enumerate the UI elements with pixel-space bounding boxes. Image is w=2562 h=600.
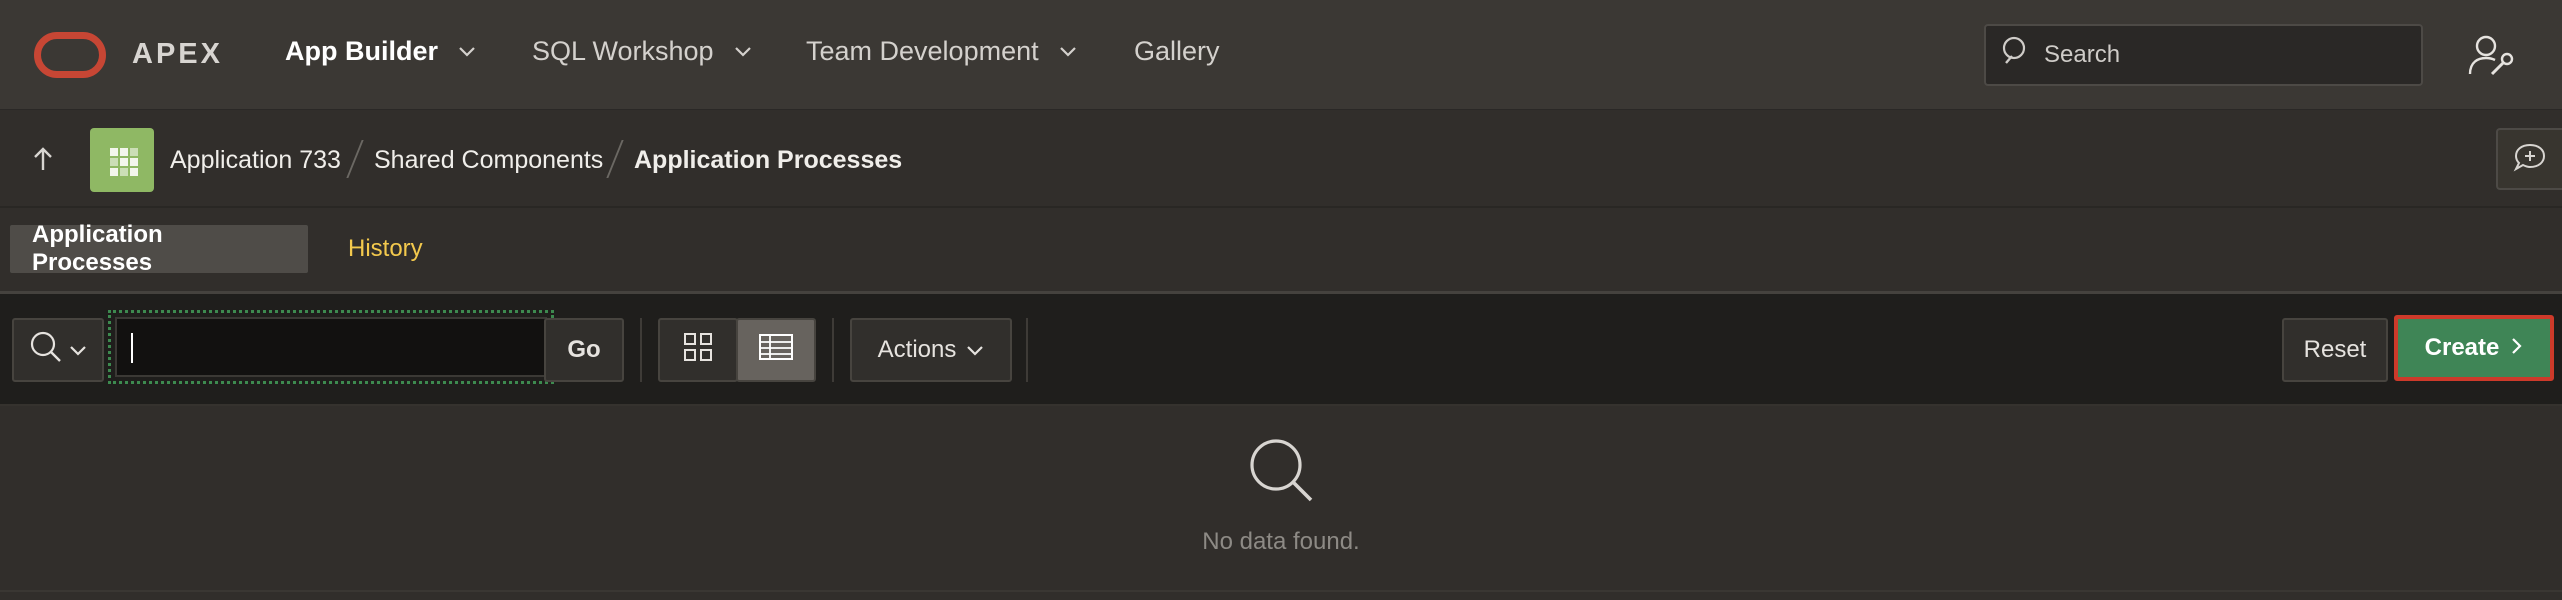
go-button[interactable]: Go <box>544 318 624 382</box>
text-caret <box>131 333 133 363</box>
reset-button[interactable]: Reset <box>2282 318 2388 382</box>
chevron-down-icon <box>458 46 476 58</box>
top-header: APEX App Builder SQL Workshop Team Devel… <box>0 0 2562 110</box>
search-field-focus-ring <box>108 310 554 384</box>
feedback-button[interactable] <box>2496 128 2562 190</box>
oracle-logo[interactable] <box>34 32 106 78</box>
actions-label: Actions <box>877 336 957 363</box>
nav-app-builder-label: App Builder <box>285 36 438 66</box>
grid-icon <box>683 332 713 369</box>
search-icon <box>29 330 63 371</box>
feedback-icon <box>2513 142 2547 177</box>
arrow-up-icon[interactable] <box>32 146 54 177</box>
page-tabs: Application Processes History <box>0 208 2562 294</box>
breadcrumb-separator <box>606 140 624 178</box>
chevron-down-icon <box>966 336 984 364</box>
toolbar-divider <box>832 318 834 382</box>
user-admin-icon[interactable] <box>2468 34 2514 83</box>
breadcrumb-current-page: Application Processes <box>634 146 903 174</box>
table-icon <box>759 333 793 367</box>
global-search-input[interactable]: Search <box>1984 24 2423 86</box>
chevron-down-icon <box>1059 46 1077 58</box>
report-search-input[interactable] <box>115 317 547 377</box>
search-column-menu-button[interactable] <box>12 318 104 382</box>
actions-menu-button[interactable]: Actions <box>850 318 1012 382</box>
apex-brand[interactable]: APEX <box>132 38 223 71</box>
chevron-right-icon <box>2511 334 2523 362</box>
breadcrumb-application[interactable]: Application 733 <box>170 146 341 175</box>
breadcrumb-separator <box>346 140 364 178</box>
tab-history[interactable]: History <box>326 225 445 273</box>
breadcrumb: Application 733 Shared Components Applic… <box>0 110 2562 208</box>
global-search-placeholder: Search <box>2044 41 2121 68</box>
nav-sql-workshop-label: SQL Workshop <box>532 36 714 66</box>
toolbar-divider <box>640 318 642 382</box>
report-view-button[interactable] <box>736 318 816 382</box>
nav-gallery-label: Gallery <box>1134 36 1220 66</box>
report-toolbar: Go Actions Reset Create <box>0 294 2562 406</box>
create-button[interactable]: Create <box>2394 315 2554 381</box>
nav-team-development[interactable]: Team Development <box>806 36 1077 67</box>
chevron-down-icon <box>69 336 87 364</box>
no-data-message: No data found. <box>1202 528 1360 555</box>
chevron-down-icon <box>734 46 752 58</box>
nav-sql-workshop[interactable]: SQL Workshop <box>532 36 752 67</box>
nav-app-builder[interactable]: App Builder <box>285 36 476 67</box>
toolbar-divider <box>1026 318 1028 382</box>
empty-state: No data found. <box>0 406 2562 592</box>
application-icon[interactable] <box>90 128 154 192</box>
search-icon <box>1247 436 1317 511</box>
icon-view-button[interactable] <box>658 318 738 382</box>
breadcrumb-shared-components[interactable]: Shared Components <box>374 146 603 175</box>
create-label: Create <box>2424 334 2500 361</box>
nav-team-development-label: Team Development <box>806 36 1039 66</box>
nav-gallery[interactable]: Gallery <box>1134 36 1220 67</box>
search-icon <box>2002 36 2032 75</box>
tab-application-processes[interactable]: Application Processes <box>10 221 308 276</box>
